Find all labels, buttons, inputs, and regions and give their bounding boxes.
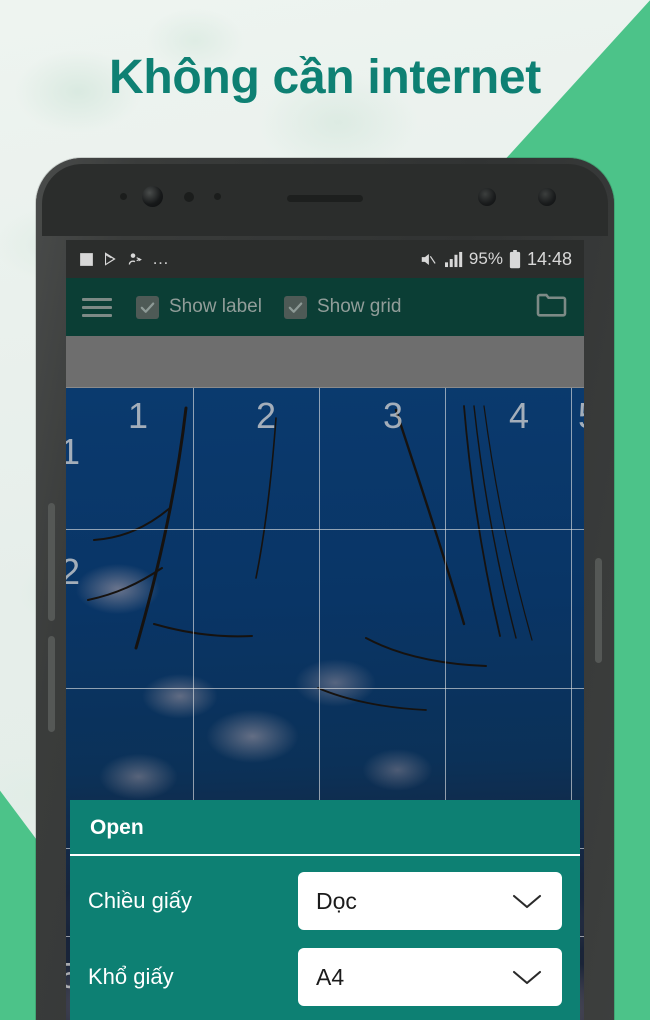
- field-label-paper-orientation: Chiều giấy: [88, 888, 192, 913]
- grid-column-label: 4: [509, 395, 530, 436]
- field-paper-size: Khổ giấy A4: [88, 948, 562, 1006]
- grid-row-label: 1: [66, 431, 81, 472]
- checkbox-label-show-grid: Show grid: [316, 296, 402, 317]
- volume-up-button[interactable]: [48, 503, 55, 621]
- signal-icon: [444, 251, 463, 268]
- front-camera-icon: [142, 186, 163, 207]
- light-sensor-icon: [184, 192, 194, 202]
- power-button[interactable]: [595, 558, 602, 663]
- dialog-title: Open: [70, 800, 580, 856]
- photo-canvas[interactable]: 1 2 3 4 5 1 2 5 Open Chiều giấy: [66, 388, 584, 1020]
- secondary-camera-icon: [538, 188, 556, 206]
- dropdown-value-paper-size: A4: [316, 963, 345, 990]
- phone-top-bezel: [42, 164, 608, 236]
- grid-column-label: 5: [578, 398, 584, 434]
- play-store-icon: [103, 251, 119, 267]
- chevron-down-icon: [510, 890, 544, 912]
- battery-icon: [509, 249, 521, 269]
- mute-icon: [419, 250, 438, 269]
- grid-column-label: 2: [256, 395, 277, 436]
- ir-sensor-icon: [214, 193, 221, 200]
- phone-screen: … 95% 14:48 Show label Show grid 1 2 3 4…: [66, 240, 584, 1020]
- checkmark-icon: [283, 295, 307, 319]
- status-bar: … 95% 14:48: [66, 240, 584, 278]
- folder-icon[interactable]: [535, 291, 568, 323]
- promo-screenshot: Không cần internet … 95% 14:48 Show labe…: [0, 0, 650, 1020]
- image-icon: [78, 251, 95, 268]
- earpiece-speaker-icon: [287, 195, 363, 202]
- status-bar-left-icons: …: [78, 249, 170, 269]
- field-paper-orientation: Chiều giấy Dọc: [88, 872, 562, 930]
- checkbox-show-label[interactable]: Show label: [136, 295, 262, 319]
- grid-row-label: 2: [66, 551, 81, 592]
- proximity-sensor-icon: [120, 193, 127, 200]
- page-title: Không cần internet: [109, 51, 541, 104]
- volume-down-button[interactable]: [48, 636, 55, 732]
- status-bar-right-icons: 95% 14:48: [419, 249, 572, 270]
- dropdown-value-paper-orientation: Dọc: [316, 887, 357, 914]
- checkmark-icon: [136, 295, 159, 319]
- checkbox-label-show-label: Show label: [169, 296, 262, 317]
- status-overflow-dots: …: [152, 249, 170, 268]
- dropdown-paper-orientation[interactable]: Dọc: [298, 872, 562, 930]
- dropdown-paper-size[interactable]: A4: [298, 948, 562, 1006]
- contact-share-icon: [127, 251, 144, 268]
- checkbox-show-grid[interactable]: Show grid: [283, 295, 402, 319]
- field-label-paper-size: Khổ giấy: [88, 964, 174, 989]
- ruler-band: [66, 336, 584, 388]
- grid-column-label: 3: [383, 395, 404, 436]
- phone-mockup: … 95% 14:48 Show label Show grid 1 2 3 4…: [36, 158, 614, 1020]
- hamburger-menu-icon[interactable]: [82, 297, 112, 317]
- dialog-body: Chiều giấy Dọc Khổ giấy A4: [70, 856, 580, 1020]
- battery-percent: 95%: [468, 249, 503, 268]
- chevron-down-icon: [510, 966, 544, 988]
- iris-sensor-icon: [478, 188, 496, 206]
- app-toolbar: Show label Show grid: [66, 278, 584, 336]
- open-dialog: Open Chiều giấy Dọc Khổ giấy A4: [70, 800, 580, 1020]
- status-clock: 14:48: [526, 248, 572, 269]
- grid-column-label: 1: [128, 395, 149, 436]
